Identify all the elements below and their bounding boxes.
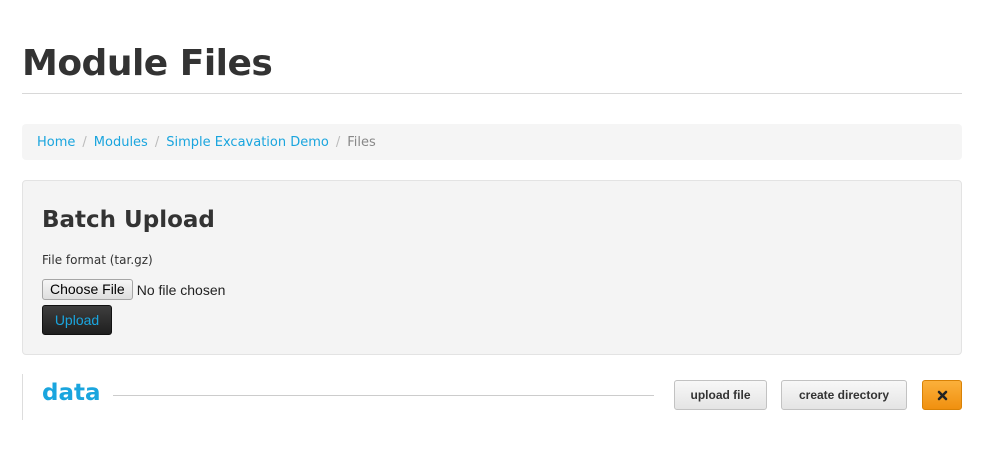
title-divider xyxy=(22,93,962,94)
create-directory-button[interactable]: create directory xyxy=(781,380,907,410)
breadcrumb-module[interactable]: Simple Excavation Demo xyxy=(166,135,329,150)
close-icon xyxy=(937,390,948,401)
breadcrumb-current: Files xyxy=(347,134,376,150)
file-status-text: No file chosen xyxy=(136,281,226,298)
file-input: Choose File No file chosen xyxy=(42,279,225,300)
delete-directory-button[interactable] xyxy=(922,380,962,410)
breadcrumb-home[interactable]: Home xyxy=(37,135,75,150)
upload-file-button[interactable]: upload file xyxy=(674,380,767,410)
breadcrumb-separator: / xyxy=(154,134,160,150)
breadcrumb-separator: / xyxy=(82,134,87,150)
directory-border xyxy=(22,374,23,420)
upload-button[interactable]: Upload xyxy=(42,305,112,335)
choose-file-button[interactable]: Choose File xyxy=(42,279,133,300)
batch-upload-title: Batch Upload xyxy=(42,207,215,233)
directory-divider xyxy=(113,395,654,396)
page-title: Module Files xyxy=(22,43,273,84)
directory-row: data upload file create directory xyxy=(22,374,962,422)
breadcrumb-modules[interactable]: Modules xyxy=(94,135,148,150)
batch-upload-panel: Batch Upload File format (tar.gz) Choose… xyxy=(22,180,962,355)
file-format-label: File format (tar.gz) xyxy=(42,253,153,267)
directory-name-link[interactable]: data xyxy=(42,380,101,406)
breadcrumb: Home / Modules / Simple Excavation Demo … xyxy=(22,124,962,160)
breadcrumb-separator: / xyxy=(335,134,341,150)
